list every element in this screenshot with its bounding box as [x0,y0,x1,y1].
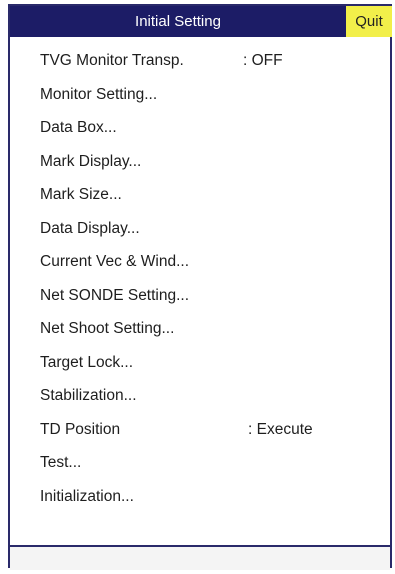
bottom-strip [10,547,390,570]
menu-item-stabilization[interactable]: Stabilization... [10,379,390,413]
menu-item-net-sonde-setting[interactable]: Net SONDE Setting... [10,279,390,313]
menu-item-monitor-setting[interactable]: Monitor Setting... [10,78,390,112]
menu-item-td-position[interactable]: TD Position : Execute [10,413,390,447]
menu-item-label: Target Lock... [40,353,134,371]
menu-item-net-shoot-setting[interactable]: Net Shoot Setting... [10,312,390,346]
menu-item-value: : Execute [248,420,313,438]
menu-item-label: Stabilization... [40,387,137,404]
menu-item-value: : OFF [243,52,283,69]
menu-title: Initial Setting [10,6,346,37]
menu-item-label: TVG Monitor Transp. [40,52,184,69]
initial-setting-menu: Initial Setting Quit TVG Monitor Transp.… [8,4,392,570]
menu-item-label: Initialization... [40,487,134,505]
menu-item-label: Mark Display... [40,152,142,170]
menu-item-tvg-monitor-transp[interactable]: TVG Monitor Transp. : OFF [10,44,390,78]
menu-list: TVG Monitor Transp. : OFF Monitor Settin… [10,44,390,513]
menu-item-mark-display[interactable]: Mark Display... [10,145,390,179]
menu-item-initialization[interactable]: Initialization... [10,480,390,514]
quit-button[interactable]: Quit [346,6,392,37]
menu-item-test[interactable]: Test... [10,446,390,480]
menu-item-label: Current Vec & Wind... [40,253,190,270]
menu-item-label: Test... [40,454,82,471]
menu-item-current-vec-wind[interactable]: Current Vec & Wind... [10,245,390,279]
menu-item-label: Data Display... [40,219,140,237]
menu-item-label: TD Position [40,420,121,438]
menu-item-label: Net Shoot Setting... [40,320,175,337]
menu-item-label: Monitor Setting... [40,85,158,103]
menu-item-label: Data Box... [40,119,117,136]
menu-item-data-box[interactable]: Data Box... [10,111,390,145]
menu-item-mark-size[interactable]: Mark Size... [10,178,390,212]
menu-item-label: Net SONDE Setting... [40,286,190,304]
menu-item-label: Mark Size... [40,186,122,203]
menu-item-target-lock[interactable]: Target Lock... [10,346,390,380]
menu-item-data-display[interactable]: Data Display... [10,212,390,246]
